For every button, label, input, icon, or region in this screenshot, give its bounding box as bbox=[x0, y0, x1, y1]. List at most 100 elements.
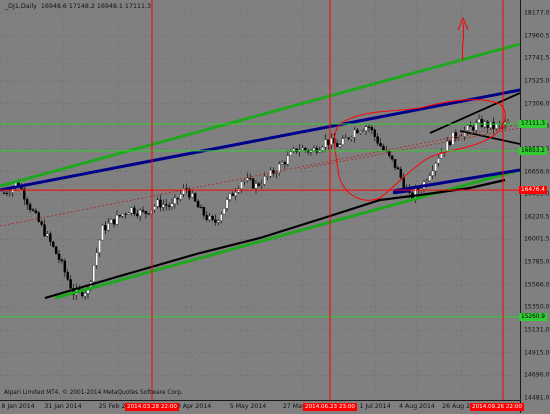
bear-candle bbox=[63, 260, 67, 273]
time-label: 4 Aug 2014 bbox=[399, 403, 435, 410]
bear-candle bbox=[176, 197, 180, 200]
price-label: 16220.5 bbox=[524, 213, 550, 221]
bull-candle bbox=[350, 137, 353, 139]
bull-candle bbox=[219, 213, 223, 221]
bear-candle bbox=[104, 225, 107, 231]
symbol-period: _DJ1,Daily bbox=[5, 3, 37, 10]
price-label: 15350.0 bbox=[524, 303, 550, 311]
bull-candle bbox=[359, 131, 362, 134]
bull-candle bbox=[286, 155, 290, 165]
chart-window[interactable]: _DJ1,Daily 16948.6 17148.2 16948.1 17111… bbox=[0, 0, 550, 413]
bear-candle bbox=[248, 177, 252, 180]
bear-candle bbox=[492, 121, 495, 130]
bear-candle bbox=[60, 259, 64, 262]
bull-candle bbox=[254, 183, 258, 189]
vertical-line-date-tag: 2014.03.28 22:00 bbox=[125, 403, 179, 411]
bull-candle bbox=[431, 170, 434, 176]
bull-candle bbox=[222, 208, 226, 215]
bear-candle bbox=[231, 193, 235, 196]
bear-candle bbox=[112, 219, 116, 225]
bear-candle bbox=[205, 215, 209, 220]
bull-candle bbox=[361, 130, 365, 132]
price-label: 14481.0 bbox=[524, 394, 550, 402]
price-label: 16656.0 bbox=[524, 168, 550, 176]
bear-candle bbox=[283, 162, 287, 165]
time-axis[interactable]: 8 Jan 2014 31 Jan 2014 25 Feb 2014 20 Apr 2… bbox=[0, 400, 524, 414]
price-level-tag: 17111.3 bbox=[519, 120, 547, 128]
bull-candle bbox=[173, 197, 177, 204]
price-chart[interactable] bbox=[0, 0, 520, 400]
bull-candle bbox=[228, 193, 232, 200]
bear-candle bbox=[31, 209, 35, 211]
bull-candle bbox=[92, 265, 96, 283]
bull-candle bbox=[437, 158, 440, 164]
price-label: 14696.0 bbox=[524, 371, 550, 379]
bull-candle bbox=[107, 223, 110, 231]
bear-candle bbox=[196, 200, 200, 208]
price-label: 17741.5 bbox=[524, 54, 550, 62]
bull-candle bbox=[312, 148, 316, 151]
price-label: 15785.0 bbox=[524, 258, 550, 266]
price-label: 18177.0 bbox=[524, 9, 550, 17]
bear-candle bbox=[124, 213, 127, 215]
vertical-line-date-tag: 2014.06.23 23:00 bbox=[303, 403, 357, 411]
bear-candle bbox=[2, 192, 6, 194]
price-axis[interactable]: 18177.017960.517741.517525.017306.017089… bbox=[519, 0, 550, 413]
bull-candle bbox=[46, 233, 49, 237]
bull-candle bbox=[344, 137, 348, 139]
bear-candle bbox=[5, 192, 9, 194]
ohlc-values: 16948.6 17148.2 16948.1 17111.3 bbox=[40, 3, 151, 10]
bull-candle bbox=[457, 137, 461, 139]
bear-candle bbox=[199, 207, 203, 209]
price-label: 15131.0 bbox=[524, 326, 550, 334]
bear-candle bbox=[315, 148, 319, 153]
bull-candle bbox=[338, 144, 342, 147]
bear-candle bbox=[135, 213, 139, 216]
bear-candle bbox=[376, 136, 379, 144]
bear-candle bbox=[379, 143, 382, 147]
bull-candle bbox=[275, 172, 278, 174]
bear-candle bbox=[402, 177, 405, 189]
bull-candle bbox=[321, 147, 324, 151]
bear-candle bbox=[390, 155, 394, 160]
bear-candle bbox=[399, 168, 403, 178]
price-label: 15566.0 bbox=[524, 281, 550, 289]
bear-candle bbox=[66, 271, 69, 280]
bull-candle bbox=[208, 215, 211, 220]
time-label: 1 Jul 2014 bbox=[359, 403, 391, 410]
bear-candle bbox=[144, 211, 148, 214]
bull-candle bbox=[434, 163, 437, 172]
bull-candle bbox=[153, 206, 156, 210]
bear-candle bbox=[25, 199, 29, 205]
bull-candle bbox=[191, 193, 194, 198]
bear-candle bbox=[147, 213, 151, 215]
price-label: 16001.5 bbox=[524, 235, 550, 243]
bear-candle bbox=[28, 204, 32, 210]
time-label: 8 Jan 2014 bbox=[1, 403, 35, 410]
bear-candle bbox=[370, 126, 374, 131]
bear-candle bbox=[347, 137, 350, 139]
bear-candle bbox=[367, 126, 371, 128]
bear-candle bbox=[480, 119, 484, 127]
bear-candle bbox=[118, 214, 122, 217]
bull-candle bbox=[428, 175, 432, 182]
bear-candle bbox=[69, 279, 72, 289]
bull-candle bbox=[115, 214, 119, 225]
bull-candle bbox=[95, 252, 98, 266]
bull-candle bbox=[269, 170, 272, 177]
bear-candle bbox=[37, 212, 41, 222]
green-channel-lower-line[interactable] bbox=[54, 168, 520, 300]
bear-candle bbox=[193, 193, 197, 202]
bear-candle bbox=[295, 148, 298, 153]
bear-candle bbox=[393, 159, 397, 168]
bear-candle bbox=[382, 145, 385, 151]
bull-candle bbox=[425, 180, 429, 182]
bull-candle bbox=[341, 138, 345, 145]
time-label: 5 May 2014 bbox=[229, 403, 267, 410]
bear-candle bbox=[43, 224, 46, 237]
green-channel-upper-line[interactable] bbox=[0, 42, 520, 188]
bull-candle bbox=[495, 124, 498, 130]
bull-candle bbox=[460, 136, 463, 138]
bull-candle bbox=[83, 293, 87, 297]
bull-candle bbox=[243, 180, 246, 182]
